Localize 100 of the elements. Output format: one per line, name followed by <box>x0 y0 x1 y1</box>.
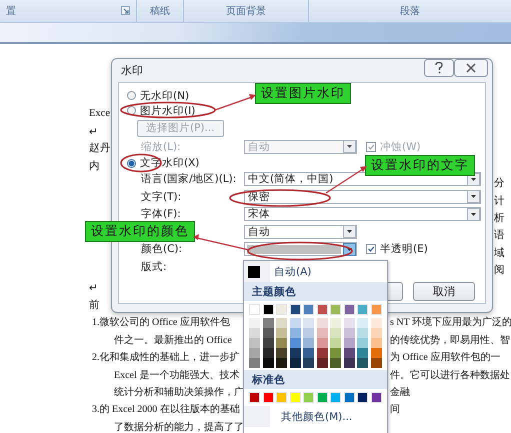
color-swatch[interactable] <box>370 338 382 348</box>
color-swatch[interactable] <box>303 328 314 338</box>
color-swatch[interactable] <box>370 348 382 358</box>
color-swatch[interactable] <box>316 348 328 358</box>
color-swatch[interactable] <box>316 392 328 403</box>
radio-label[interactable]: 无水印(N) <box>140 88 190 102</box>
color-swatch[interactable] <box>316 318 328 328</box>
color-swatch[interactable] <box>276 358 288 368</box>
color-swatch[interactable] <box>249 304 260 315</box>
color-swatch[interactable] <box>303 348 314 358</box>
color-swatch[interactable] <box>330 328 342 338</box>
color-swatch[interactable] <box>357 328 368 338</box>
dialog-launcher-icon[interactable] <box>121 6 130 15</box>
color-swatch[interactable] <box>262 338 274 348</box>
field-label: 文字(T): <box>141 190 182 204</box>
color-swatch[interactable] <box>357 348 368 358</box>
color-swatch[interactable] <box>290 328 301 338</box>
color-swatch[interactable] <box>344 318 355 328</box>
dropdown-field[interactable]: 自动 <box>244 224 357 239</box>
color-swatch[interactable] <box>370 328 382 338</box>
checkbox-label[interactable]: 半透明(E) <box>380 242 428 256</box>
color-swatch[interactable] <box>316 328 328 338</box>
radio-button[interactable] <box>127 158 136 168</box>
color-swatch[interactable] <box>276 348 288 358</box>
color-swatch[interactable] <box>344 328 355 338</box>
document-text: 前 <box>89 298 100 312</box>
color-swatch[interactable] <box>303 318 314 328</box>
dropdown-field[interactable]: 保密 <box>244 190 481 204</box>
ribbon-group-label: 段落 <box>400 4 420 18</box>
arrow <box>214 94 256 111</box>
color-swatch[interactable] <box>249 358 260 368</box>
color-swatch[interactable] <box>330 358 342 368</box>
cancel-button[interactable]: 取消 <box>413 282 475 300</box>
document-text: 2.化和集成性的基础上，进一步扩 <box>92 350 240 364</box>
color-swatch[interactable] <box>290 392 301 403</box>
color-swatch[interactable] <box>316 338 328 348</box>
color-swatch[interactable] <box>330 338 342 348</box>
color-swatch[interactable] <box>262 328 274 338</box>
color-swatch[interactable] <box>290 304 301 315</box>
color-swatch[interactable] <box>370 392 382 403</box>
color-swatch[interactable] <box>249 338 260 348</box>
color-swatch[interactable] <box>303 338 314 348</box>
color-swatch[interactable] <box>357 338 368 348</box>
color-swatch[interactable] <box>276 338 288 348</box>
color-swatch[interactable] <box>370 304 382 315</box>
document-text: 计 <box>494 194 506 208</box>
color-swatch[interactable] <box>344 338 355 348</box>
color-swatch[interactable] <box>344 304 355 315</box>
dropdown-field[interactable]: 宋体 <box>244 207 481 222</box>
color-swatch[interactable] <box>316 358 328 368</box>
field-label: 字体(F): <box>141 207 181 222</box>
close-icon[interactable] <box>454 59 488 77</box>
color-swatch[interactable] <box>370 318 382 328</box>
color-swatch[interactable] <box>276 304 288 315</box>
document-text: 3.的 Excel 2000 在以往版本的基础 <box>92 402 240 416</box>
color-swatch[interactable] <box>262 358 274 368</box>
color-swatch[interactable] <box>330 348 342 358</box>
color-swatch[interactable] <box>249 318 260 328</box>
color-swatch[interactable] <box>290 338 301 348</box>
color-swatch[interactable] <box>344 348 355 358</box>
color-swatch[interactable] <box>290 318 301 328</box>
color-swatch[interactable] <box>330 392 342 403</box>
color-swatch[interactable] <box>344 392 355 403</box>
color-swatch[interactable] <box>357 304 368 315</box>
automatic-color-item[interactable]: 自动(A) <box>244 261 387 282</box>
color-swatch[interactable] <box>357 318 368 328</box>
color-swatch[interactable] <box>290 358 301 368</box>
callout-label: 设置图片水印 <box>255 83 351 104</box>
color-swatch[interactable] <box>276 392 288 403</box>
radio-label[interactable]: 图片水印(I) <box>140 104 196 118</box>
field-label: 语言(国家/地区)(L): <box>141 172 236 186</box>
color-swatch[interactable] <box>303 358 314 368</box>
checkbox[interactable] <box>366 244 376 254</box>
color-swatch[interactable] <box>330 304 342 315</box>
document-text: ↵ <box>89 126 98 138</box>
color-swatch[interactable] <box>303 392 314 403</box>
color-swatch[interactable] <box>344 358 355 368</box>
color-swatch[interactable] <box>276 328 288 338</box>
color-swatch[interactable] <box>249 348 260 358</box>
help-icon[interactable] <box>424 59 454 77</box>
color-swatch[interactable] <box>249 328 260 338</box>
more-colors-item[interactable]: 其他颜色(M)... <box>244 406 387 427</box>
color-swatch[interactable] <box>262 392 274 403</box>
color-swatch[interactable] <box>303 304 314 315</box>
color-swatch[interactable] <box>357 392 368 403</box>
color-swatch[interactable] <box>249 392 260 403</box>
color-swatch[interactable] <box>262 348 274 358</box>
color-swatch[interactable] <box>316 304 328 315</box>
highlight-ellipse <box>120 154 162 172</box>
color-swatch[interactable] <box>370 358 382 368</box>
color-swatch[interactable] <box>330 318 342 328</box>
color-swatch[interactable] <box>276 318 288 328</box>
color-swatch[interactable] <box>262 318 274 328</box>
color-swatch[interactable] <box>262 304 274 315</box>
callout-label: 设置水印的颜色 <box>85 221 195 242</box>
document-text: s NT 环境下应用最为广泛的 <box>389 316 511 330</box>
color-swatch[interactable] <box>290 348 301 358</box>
color-swatch[interactable] <box>357 358 368 368</box>
document-text: 内 <box>89 159 100 173</box>
radio-button[interactable] <box>127 91 136 100</box>
